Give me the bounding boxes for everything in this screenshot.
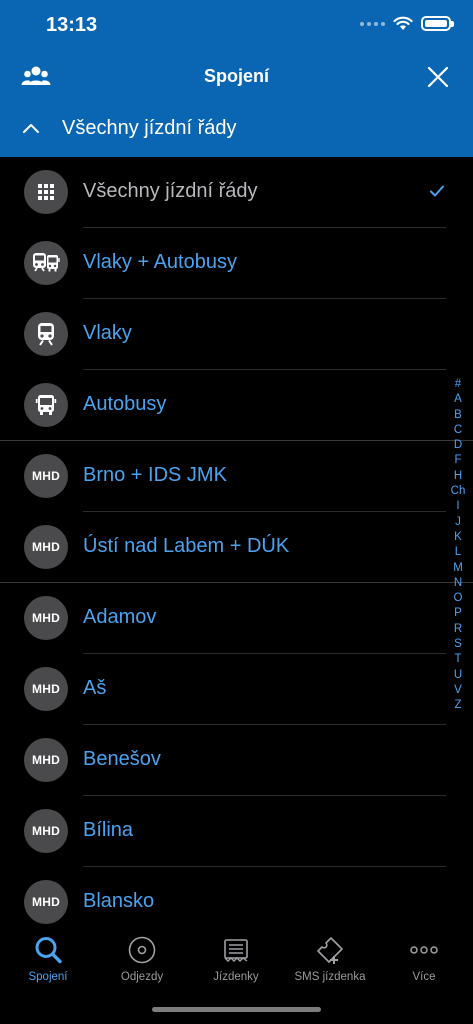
list-item-label: Bílina: [83, 819, 134, 841]
mhd-badge-icon: MHD: [24, 738, 68, 782]
index-letter[interactable]: F: [454, 453, 461, 468]
mhd-badge-text: MHD: [32, 682, 60, 696]
train-bus-icon: [24, 241, 68, 285]
alphabet-index[interactable]: # A B C D F H Ch I J K L M N O P R S T U…: [448, 377, 468, 714]
list-item-label: Benešov: [83, 748, 161, 770]
index-letter[interactable]: B: [454, 408, 462, 423]
index-letter[interactable]: K: [454, 530, 462, 545]
train-icon: [24, 312, 68, 356]
bus-icon: [24, 383, 68, 427]
list-item-all-timetables[interactable]: Všechny jízdní řády: [0, 157, 473, 228]
tab-label: Jízdenky: [213, 971, 259, 983]
index-letter[interactable]: Z: [454, 698, 461, 713]
mhd-badge-icon: MHD: [24, 880, 68, 924]
cellular-signal-icon: [360, 21, 385, 26]
index-letter[interactable]: L: [455, 545, 461, 560]
mhd-badge-text: MHD: [32, 469, 60, 483]
index-letter[interactable]: U: [454, 668, 462, 683]
departures-icon: [128, 936, 156, 964]
tab-label: Odjezdy: [120, 971, 164, 983]
mhd-badge-icon: MHD: [24, 454, 68, 498]
index-letter[interactable]: N: [454, 576, 462, 591]
home-indicator[interactable]: [152, 1007, 321, 1012]
chevron-up-icon: [23, 124, 39, 133]
battery-icon: [421, 16, 454, 31]
status-bar: 13:13: [0, 0, 473, 54]
sms-ticket-icon: [317, 937, 343, 964]
page-title: Spojení: [203, 66, 269, 86]
header: 13:13 Spojení Všechny jízdní řády: [0, 0, 473, 157]
index-letter[interactable]: R: [454, 622, 462, 637]
close-icon: [427, 66, 449, 88]
index-letter[interactable]: C: [454, 423, 462, 438]
list-item-label: Ústí nad Labem + DÚK: [83, 535, 290, 557]
tab-sms-ticket[interactable]: SMS jízdenka: [283, 935, 377, 995]
index-letter[interactable]: S: [454, 637, 462, 652]
mhd-badge-icon: MHD: [24, 667, 68, 711]
close-button[interactable]: [425, 64, 451, 90]
mhd-badge-text: MHD: [32, 540, 60, 554]
list-item-buses[interactable]: Autobusy: [0, 370, 473, 441]
mhd-badge-icon: MHD: [24, 596, 68, 640]
wifi-icon: [393, 16, 413, 30]
list-item-brno[interactable]: MHD Brno + IDS JMK: [0, 441, 473, 512]
list-item-label: Aš: [83, 677, 107, 699]
search-icon: [35, 937, 62, 964]
list-item-label: Adamov: [83, 606, 157, 628]
index-letter[interactable]: H: [454, 469, 462, 484]
list-item-benesov[interactable]: MHD Benešov: [0, 725, 473, 796]
index-letter[interactable]: D: [454, 438, 462, 453]
index-letter[interactable]: T: [454, 652, 461, 667]
tab-label: SMS jízdenka: [294, 971, 366, 983]
list-item-label: Vlaky + Autobusy: [83, 251, 237, 273]
list-item-trains[interactable]: Vlaky: [0, 299, 473, 370]
mhd-badge-icon: MHD: [24, 525, 68, 569]
mhd-badge-text: MHD: [32, 753, 60, 767]
list-item-blansko[interactable]: MHD Blansko: [0, 867, 473, 927]
index-letter[interactable]: P: [454, 606, 462, 621]
list-item-usti[interactable]: MHD Ústí nad Labem + DÚK: [0, 512, 473, 583]
status-indicators: [360, 16, 454, 31]
index-letter[interactable]: J: [455, 515, 461, 530]
list-item-label: Brno + IDS JMK: [83, 464, 227, 486]
mhd-badge-icon: MHD: [24, 809, 68, 853]
tab-label: Více: [412, 971, 436, 983]
list-item-trains-buses[interactable]: Vlaky + Autobusy: [0, 228, 473, 299]
tab-more[interactable]: Více: [377, 935, 471, 995]
mhd-badge-text: MHD: [32, 611, 60, 625]
tickets-icon: [224, 939, 248, 962]
tab-connections[interactable]: Spojení: [1, 935, 95, 995]
status-time: 13:13: [46, 14, 98, 36]
index-letter[interactable]: V: [454, 683, 462, 698]
index-letter[interactable]: O: [454, 591, 463, 606]
timetable-filter-toggle[interactable]: Všechny jízdní řády: [0, 106, 473, 152]
timetable-list: Všechny jízdní řády Vlaky + Autobusy Vla…: [0, 157, 473, 927]
index-letter[interactable]: A: [454, 392, 462, 407]
index-letter[interactable]: #: [455, 377, 461, 392]
index-letter[interactable]: M: [453, 561, 463, 576]
tab-tickets[interactable]: Jízdenky: [189, 935, 283, 995]
grid-icon: [24, 170, 68, 214]
list-item-bilina[interactable]: MHD Bílina: [0, 796, 473, 867]
mhd-badge-text: MHD: [32, 824, 60, 838]
list-item-label: Všechny jízdní řády: [83, 180, 258, 202]
list-item-label: Vlaky: [83, 322, 132, 344]
checkmark-icon: [430, 185, 444, 197]
index-letter[interactable]: I: [456, 499, 459, 514]
more-icon: [410, 946, 438, 954]
filter-label: Všechny jízdní řády: [62, 117, 237, 139]
list-item-label: Autobusy: [83, 393, 167, 415]
list-item-label: Blansko: [83, 890, 155, 912]
list-item-adamov[interactable]: MHD Adamov: [0, 583, 473, 654]
nav-bar: Spojení: [0, 54, 473, 100]
tab-label: Spojení: [28, 971, 68, 983]
index-letter[interactable]: Ch: [451, 484, 466, 499]
list-item-as[interactable]: MHD Aš: [0, 654, 473, 725]
mhd-badge-text: MHD: [32, 895, 60, 909]
tab-departures[interactable]: Odjezdy: [95, 935, 189, 995]
